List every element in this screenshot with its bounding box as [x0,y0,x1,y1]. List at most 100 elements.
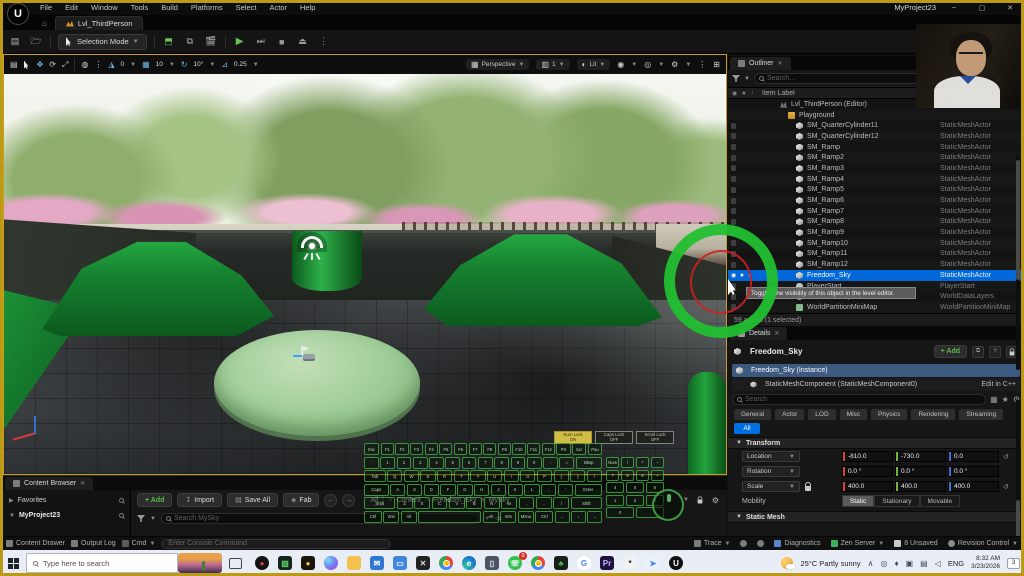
location-z-field[interactable]: 0.0 [948,451,999,462]
back-icon[interactable]: ← [324,494,337,507]
favorite-column-icon[interactable]: ★ [741,90,746,97]
tab-outliner[interactable]: Outliner ✕ [730,57,791,70]
outliner-row[interactable]: ◉★↓Freedom_SkyStaticMeshActor [728,270,1024,281]
rotate-tool-icon[interactable]: ⟳ [49,60,56,69]
favorite-icon[interactable]: ★ [739,272,744,279]
pin-icon[interactable]: ↓ [748,272,751,278]
show-flags-icon[interactable]: ◉ [617,60,624,69]
sidebar-item-project[interactable]: ▼MyProject23 [3,508,130,523]
console-command-input[interactable]: Enter Console Command [161,539,391,549]
tab-general[interactable]: General [734,409,771,420]
instance-row[interactable]: Freedom_Sky (Instance) [732,364,1020,377]
reset-icon[interactable]: ↺ [1003,483,1009,491]
whatsapp-icon[interactable]: ☏9 [508,556,522,570]
filter-icon[interactable] [137,515,145,522]
notification-icon[interactable]: 3 [1007,558,1020,569]
google-icon[interactable]: G [577,556,591,570]
rotation-z-field[interactable]: 0.0 ° [948,466,999,477]
paper-plane-icon[interactable]: ➤ [646,556,660,570]
launch-platforms-button[interactable]: ⏏ [296,35,310,49]
menu-tools[interactable]: Tools [131,3,149,12]
minimize-button[interactable]: – [944,1,964,14]
rotation-x-field[interactable]: 0.0 ° [842,466,893,477]
outliner-scrollbar[interactable] [1016,156,1020,370]
visibility-column-icon[interactable]: ◉ [732,90,737,97]
add-button[interactable]: + Add [137,493,172,507]
grid-view-icon[interactable]: ▦ [990,395,998,404]
transform-section-header[interactable]: ▼Transform [728,437,1024,449]
sync-icon[interactable]: ◎ [880,559,887,568]
filter-icon[interactable] [732,75,740,82]
details-search-input[interactable]: Search [732,394,986,405]
outliner-row[interactable]: WorldPartitionMiniMapWorldPartitionMiniM… [728,302,1024,313]
outliner-row[interactable]: SM_RampStaticMeshActor [728,142,1024,153]
clock[interactable]: 8:32 AM 3/23/2026 [971,555,1000,571]
scale-snap-value[interactable]: 0.25 [234,61,247,68]
viewport-options-icon[interactable]: ▤ [10,60,18,69]
x-app-icon[interactable]: ✕ [416,556,430,570]
weather-icon[interactable] [781,557,793,569]
menu-edit[interactable]: Edit [65,3,78,12]
phone-link-icon[interactable]: ▯ [485,556,499,570]
location-y-field[interactable]: -730.0 [895,451,946,462]
play-button[interactable]: ▶ [233,35,247,49]
close-icon[interactable]: ✕ [774,330,779,337]
save-all-button[interactable]: ▤Save All [227,493,278,507]
tab-details[interactable]: Details ✕ [730,327,787,340]
rotation-y-field[interactable]: 0.0 ° [895,466,946,477]
world-space-icon[interactable]: ◍ [81,60,88,69]
favorites-icon[interactable]: ★ [1002,395,1009,404]
language-indicator[interactable]: ENG [948,559,964,568]
viewport[interactable]: ▤ ✥ ⟳ ⤢ ◍ ⋮ ◮ 0▼ ▦ 10▼ ↻ 10°▼ ⊿ 0.25▼ ▦P… [3,54,727,475]
chrome-icon[interactable] [439,556,453,570]
search-icon[interactable] [119,513,124,518]
fab-button[interactable]: ◈Fab [283,493,319,507]
outlook-icon[interactable]: ✉ [370,556,384,570]
add-component-button[interactable]: + Add [934,345,967,358]
reset-icon[interactable]: ↺ [1003,453,1009,461]
skip-button[interactable]: ⏭ [254,35,268,49]
menu-file[interactable]: File [40,3,52,12]
tab-actor[interactable]: Actor [775,409,804,420]
scale-z-field[interactable]: 400.0 [948,481,999,492]
plant-app-icon[interactable]: ♣ [554,556,568,570]
rotation-dropdown[interactable]: Rotation▼ [742,466,800,477]
visibility-eye-icon[interactable]: ◉ [731,272,736,279]
search-highlight-image[interactable] [178,553,222,573]
close-icon[interactable]: ✕ [80,480,85,487]
outliner-row[interactable]: SM_QuarterCylinder11StaticMeshActor [728,120,1024,131]
add-actor-icon[interactable]: ⬒ [162,35,176,49]
cinematics-icon[interactable]: 🎬 [204,35,218,49]
hidden-icons-chevron[interactable]: ∧ [868,559,874,568]
premiere-icon[interactable]: Pr [600,556,614,570]
tab-lod[interactable]: LOD [808,409,835,420]
chatgpt-icon[interactable]: * [623,556,637,570]
viewport-more-icon[interactable]: ⋮ [698,60,706,69]
surface-snap-icon[interactable]: ◮ [108,60,114,69]
weather-text[interactable]: 25°C Partly sunny [800,559,860,568]
tab-misc[interactable]: Misc [840,409,867,420]
home-icon[interactable]: ⌂ [42,19,47,28]
surface-snap-value[interactable]: 0 [121,61,125,68]
scale-dropdown[interactable]: Scale▼ [742,481,800,492]
scale-y-field[interactable]: 400.0 [895,481,946,492]
lit-dropdown[interactable]: ◐Lit▼ [577,59,611,70]
zen-server-dropdown[interactable]: Zen Server▼ [831,540,885,547]
tab-physics[interactable]: Physics [871,409,907,420]
menu-help[interactable]: Help [300,3,315,12]
scale-x-field[interactable]: 400.0 [842,481,893,492]
perspective-dropdown[interactable]: ▦Perspective▼ [466,59,529,70]
explorer-folder-icon[interactable] [347,556,361,570]
maximize-viewport-icon[interactable]: ⊞ [713,60,720,69]
scale-snap-icon[interactable]: ⊿ [221,60,228,69]
forward-icon[interactable]: → [342,494,355,507]
tab-all[interactable]: All [734,423,760,434]
chrome-profile2-icon[interactable] [531,556,545,570]
lock-icon[interactable] [694,493,705,507]
mobility-stationary[interactable]: Stationary [874,495,919,507]
component-row[interactable]: StaticMeshComponent (StaticMeshComponent… [732,378,1020,391]
volume-icon[interactable]: ◁ [935,559,941,568]
trace-dropdown[interactable]: Trace▼ [694,540,731,547]
player-start-sprite-icon[interactable] [301,346,317,362]
static-mesh-section-header[interactable]: ▼Static Mesh [728,511,1024,523]
